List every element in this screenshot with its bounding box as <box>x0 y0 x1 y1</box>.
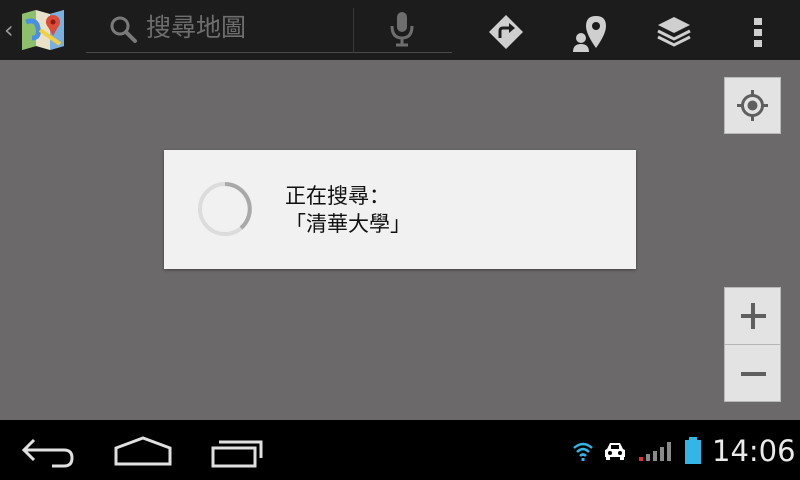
layers-icon <box>657 17 691 47</box>
up-caret-icon[interactable]: ‹ <box>4 16 16 44</box>
dialog-message-line1: 正在搜尋： <box>285 184 390 208</box>
car-icon <box>603 441 627 465</box>
places-icon <box>573 16 606 52</box>
home-button[interactable] <box>108 428 178 472</box>
search-icon <box>108 14 138 44</box>
dialog-message: 正在搜尋： 「清華大學」 <box>285 182 411 238</box>
directions-button[interactable] <box>482 6 530 54</box>
recent-apps-icon <box>211 440 263 468</box>
places-button[interactable] <box>566 6 614 54</box>
status-clock: 14:06 <box>712 434 796 468</box>
action-bar: ‹ 搜尋地圖 <box>0 0 800 60</box>
recent-apps-button[interactable] <box>205 428 275 472</box>
search-input[interactable]: 搜尋地圖 <box>146 12 246 44</box>
my-location-icon <box>737 90 768 121</box>
layers-button[interactable] <box>650 6 698 54</box>
directions-icon <box>489 15 523 49</box>
back-icon <box>21 438 74 468</box>
loading-spinner-icon <box>196 180 254 238</box>
minus-icon <box>741 372 766 376</box>
dialog-message-query: 「清華大學」 <box>285 212 411 236</box>
overflow-menu-button[interactable] <box>734 6 782 54</box>
home-icon <box>114 436 172 466</box>
microphone-icon[interactable] <box>388 10 416 48</box>
battery-icon <box>684 437 702 469</box>
wifi-icon <box>572 440 594 466</box>
back-button[interactable] <box>16 428 86 472</box>
plus-icon-vertical <box>751 303 755 329</box>
system-bar: 14:06 <box>0 420 800 480</box>
overflow-menu-icon <box>754 18 762 47</box>
my-location-button[interactable] <box>724 77 781 134</box>
google-maps-icon[interactable] <box>20 8 66 52</box>
progress-dialog: 正在搜尋： 「清華大學」 <box>164 150 636 269</box>
signal-icon <box>638 440 678 466</box>
zoom-divider <box>724 344 781 345</box>
zoom-out-button[interactable] <box>724 344 781 402</box>
zoom-in-button[interactable] <box>724 287 781 344</box>
